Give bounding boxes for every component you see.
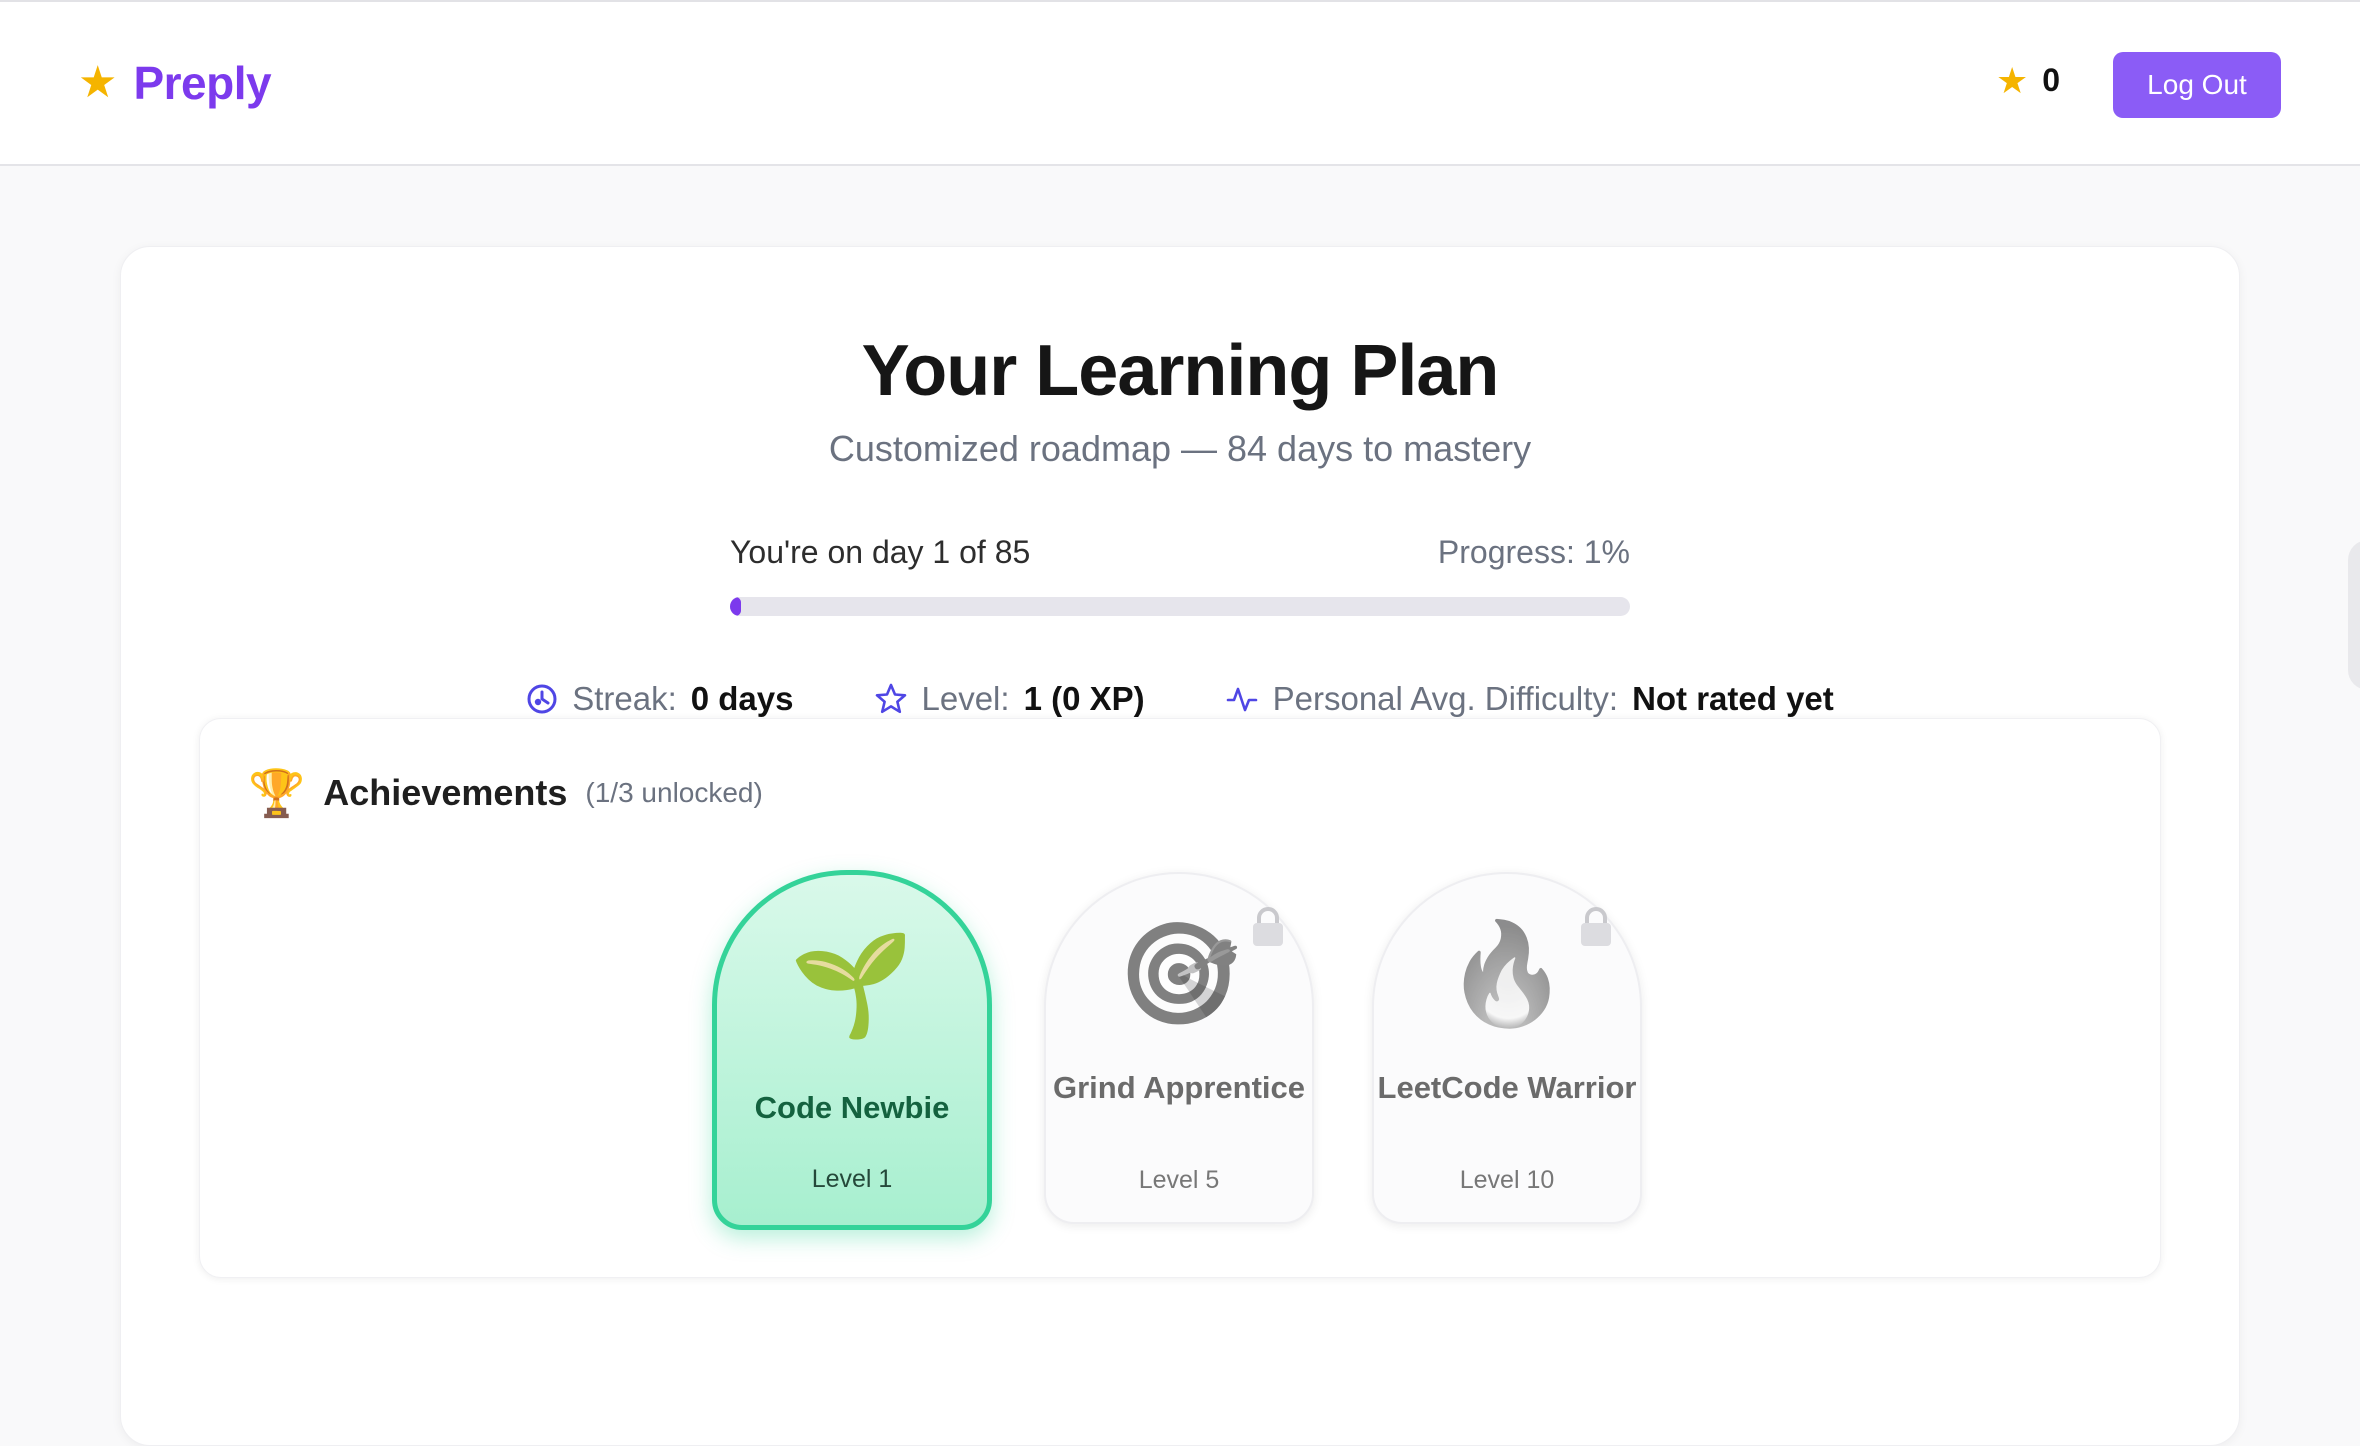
achievements-header: 🏆 Achievements (1/3 unlocked)	[248, 770, 763, 816]
top-navbar: ★ Preply ★ 0 Log Out	[0, 0, 2360, 166]
page-subtitle: Customized roadmap — 84 days to mastery	[828, 428, 1532, 469]
achievements-count: (1/3 unlocked)	[585, 777, 763, 808]
star-outline-icon	[874, 682, 908, 716]
page-title: Your Learning Plan	[861, 331, 1500, 411]
lock-icon	[1250, 906, 1286, 953]
badge-level: Level 1	[811, 1165, 893, 1193]
badge-level: Level 10	[1459, 1166, 1555, 1194]
stat-label: Level:	[921, 680, 1010, 717]
stat-value: 1 (0 XP)	[1023, 680, 1145, 717]
stat-difficulty: Personal Avg. Difficulty: Not rated yet	[1225, 680, 1834, 718]
activity-icon	[1225, 682, 1259, 716]
badge-name: Code Newbie	[754, 1090, 950, 1125]
progress-label: Progress: 1%	[1437, 534, 1630, 570]
stat-streak: Streak: 0 days	[526, 680, 794, 718]
stat-label: Streak:	[572, 680, 677, 717]
star-icon: ★	[1996, 59, 2029, 101]
day-indicator: You're on day 1 of 85	[730, 534, 1031, 570]
stat-label: Personal Avg. Difficulty:	[1272, 680, 1619, 717]
trophy-icon: 🏆	[248, 767, 306, 819]
side-panel-handle[interactable]	[2348, 540, 2360, 690]
stat-value: Not rated yet	[1632, 680, 1834, 717]
badge-name: LeetCode Warrior	[1377, 1070, 1637, 1105]
achievements-title: Achievements	[323, 772, 568, 813]
seedling-icon: 🌱	[789, 929, 915, 1041]
brand-name: Preply	[133, 57, 272, 109]
lock-icon	[1578, 906, 1614, 953]
badge-code-newbie[interactable]: 🌱 Code Newbie Level 1	[712, 870, 992, 1230]
stat-value: 0 days	[690, 680, 794, 717]
badge-leetcode-warrior[interactable]: 🔥 LeetCode Warrior Level 10	[1372, 872, 1642, 1224]
stat-level: Level: 1 (0 XP)	[874, 680, 1145, 718]
brand-logo[interactable]: ★ Preply	[78, 56, 272, 110]
badge-level: Level 5	[1138, 1166, 1220, 1194]
streak-icon	[526, 683, 558, 715]
stats-row: Streak: 0 days Level: 1 (0 XP) Personal …	[0, 680, 2360, 718]
logout-button[interactable]: Log Out	[2113, 52, 2281, 118]
badge-grind-apprentice[interactable]: 🎯 Grind Apprentice Level 5	[1044, 872, 1314, 1224]
stars-counter: ★ 0	[1996, 62, 2060, 99]
progress-bar	[730, 597, 1630, 616]
star-icon: ★	[78, 58, 118, 107]
badge-name: Grind Apprentice	[1052, 1070, 1306, 1105]
stars-value: 0	[2042, 62, 2061, 98]
